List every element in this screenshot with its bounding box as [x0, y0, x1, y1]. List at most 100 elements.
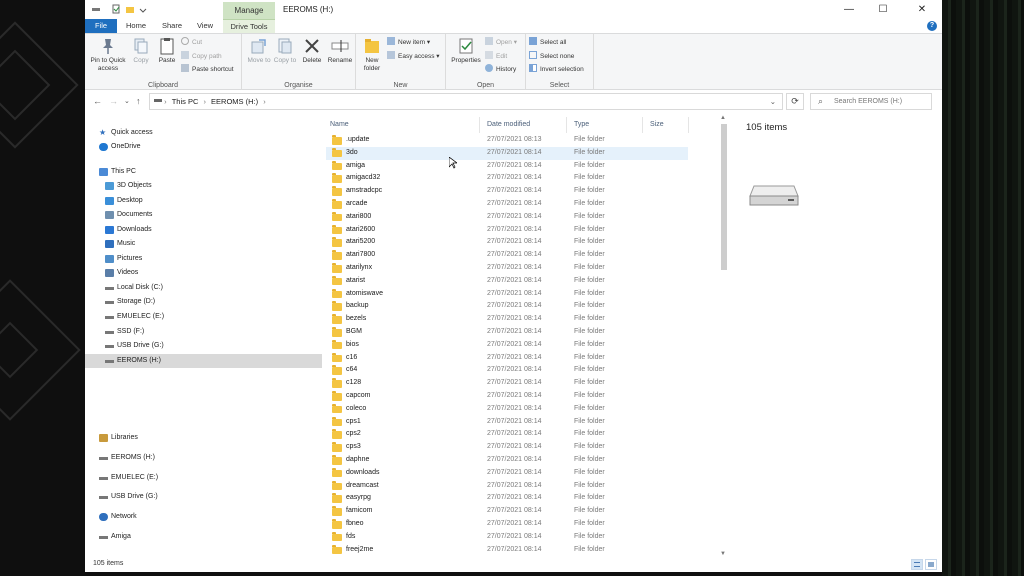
address-dropdown-icon[interactable]: ⌄: [770, 94, 776, 109]
large-icons-view-button[interactable]: [925, 559, 937, 570]
file-row[interactable]: 3do 27/07/2021 08:14 File folder: [326, 146, 688, 160]
file-row[interactable]: fbneo 27/07/2021 08:14 File folder: [326, 518, 688, 531]
file-row[interactable]: atarist 27/07/2021 08:14 File folder: [326, 275, 688, 288]
breadcrumb-eeroms[interactable]: EEROMS (H:): [211, 97, 258, 106]
nav-item[interactable]: Documents: [85, 208, 322, 222]
file-row[interactable]: arcade 27/07/2021 08:14 File folder: [326, 198, 688, 211]
select-none-button[interactable]: Select none: [529, 51, 574, 63]
column-type[interactable]: Type: [568, 117, 643, 133]
nav-item[interactable]: Network: [85, 510, 322, 524]
minimize-button[interactable]: —: [834, 2, 864, 17]
file-row[interactable]: backup 27/07/2021 08:14 File folder: [326, 300, 688, 313]
file-row[interactable]: atomiswave 27/07/2021 08:14 File folder: [326, 288, 688, 301]
file-row[interactable]: atarilynx 27/07/2021 08:14 File folder: [326, 262, 688, 275]
address-bar[interactable]: › This PC › EEROMS (H:) › ⌄: [149, 93, 783, 110]
nav-item[interactable]: ★ Quick access: [85, 126, 322, 140]
refresh-button[interactable]: ⟳: [786, 93, 804, 110]
file-row[interactable]: .update 27/07/2021 08:13 File folder: [326, 134, 688, 147]
file-row[interactable]: BGM 27/07/2021 08:14 File folder: [326, 326, 688, 339]
file-row[interactable]: coleco 27/07/2021 08:14 File folder: [326, 403, 688, 416]
file-row[interactable]: famicom 27/07/2021 08:14 File folder: [326, 505, 688, 518]
file-row[interactable]: dreamcast 27/07/2021 08:14 File folder: [326, 480, 688, 493]
close-button[interactable]: ✕: [907, 2, 937, 17]
nav-item[interactable]: EMUELEC (E:): [85, 471, 322, 485]
recent-chevron-icon[interactable]: ⌄: [124, 97, 130, 105]
scroll-up-icon[interactable]: ▲: [720, 115, 726, 121]
file-row[interactable]: atari5200 27/07/2021 08:14 File folder: [326, 236, 688, 249]
file-row[interactable]: downloads 27/07/2021 08:14 File folder: [326, 467, 688, 480]
file-row[interactable]: c16 27/07/2021 08:14 File folder: [326, 352, 688, 365]
tab-drive-tools[interactable]: Drive Tools: [223, 19, 275, 33]
file-row[interactable]: bios 27/07/2021 08:14 File folder: [326, 339, 688, 352]
nav-item[interactable]: EEROMS (H:): [85, 354, 322, 368]
search-input[interactable]: ⌕ Search EEROMS (H:): [810, 93, 932, 110]
file-row[interactable]: daphne 27/07/2021 08:14 File folder: [326, 454, 688, 467]
paste-button[interactable]: Paste: [155, 37, 179, 65]
tab-view[interactable]: View: [192, 19, 218, 33]
file-row[interactable]: c64 27/07/2021 08:14 File folder: [326, 364, 688, 377]
paste-shortcut-button[interactable]: Paste shortcut: [181, 64, 234, 76]
nav-item[interactable]: EEROMS (H:): [85, 451, 322, 465]
nav-item[interactable]: Amiga: [85, 530, 322, 544]
nav-item[interactable]: USB Drive (G:): [85, 490, 322, 504]
nav-item[interactable]: Storage (D:): [85, 295, 322, 309]
file-row[interactable]: fds 27/07/2021 08:14 File folder: [326, 531, 688, 544]
tab-manage[interactable]: Manage: [223, 2, 275, 19]
nav-item[interactable]: OneDrive: [85, 140, 322, 154]
copy-button[interactable]: Copy: [129, 37, 153, 65]
properties-quick-icon[interactable]: [111, 4, 121, 14]
forward-arrow-icon[interactable]: →: [109, 96, 118, 106]
scrollbar-thumb[interactable]: [721, 124, 727, 270]
chevron-down-icon[interactable]: [138, 6, 148, 16]
nav-item[interactable]: SSD (F:): [85, 325, 322, 339]
open-button[interactable]: Open ▾: [485, 37, 517, 49]
invert-selection-button[interactable]: Invert selection: [529, 64, 584, 76]
nav-item[interactable]: Music: [85, 237, 322, 251]
file-row[interactable]: easyrpg 27/07/2021 08:14 File folder: [326, 492, 688, 505]
file-row[interactable]: c128 27/07/2021 08:14 File folder: [326, 377, 688, 390]
copy-path-button[interactable]: Copy path: [181, 51, 222, 63]
nav-item[interactable]: Downloads: [85, 223, 322, 237]
edit-button[interactable]: Edit: [485, 51, 507, 63]
nav-item[interactable]: Desktop: [85, 194, 322, 208]
file-row[interactable]: cps3 27/07/2021 08:14 File folder: [326, 441, 688, 454]
nav-item[interactable]: Pictures: [85, 252, 322, 266]
move-to-button[interactable]: Move to: [246, 37, 272, 65]
column-size[interactable]: Size: [644, 117, 689, 133]
file-row[interactable]: cps2 27/07/2021 08:14 File folder: [326, 428, 688, 441]
file-row[interactable]: cps1 27/07/2021 08:14 File folder: [326, 416, 688, 429]
column-name[interactable]: Name: [324, 117, 480, 133]
nav-item[interactable]: 3D Objects: [85, 179, 322, 193]
file-row[interactable]: amigacd32 27/07/2021 08:14 File folder: [326, 172, 688, 185]
nav-item[interactable]: Videos: [85, 266, 322, 280]
select-all-button[interactable]: Select all: [529, 37, 566, 49]
scroll-down-icon[interactable]: ▼: [720, 551, 726, 557]
nav-item[interactable]: EMUELEC (E:): [85, 310, 322, 324]
file-row[interactable]: atari7800 27/07/2021 08:14 File folder: [326, 249, 688, 262]
new-item-button[interactable]: New item ▾: [387, 37, 430, 49]
file-row[interactable]: bezels 27/07/2021 08:14 File folder: [326, 313, 688, 326]
cut-button[interactable]: Cut: [181, 37, 202, 49]
history-button[interactable]: History: [485, 64, 516, 76]
rename-button[interactable]: Rename: [326, 37, 354, 65]
file-row[interactable]: amiga 27/07/2021 08:14 File folder: [326, 160, 688, 173]
help-icon[interactable]: ?: [927, 21, 937, 31]
file-row[interactable]: amstradcpc 27/07/2021 08:14 File folder: [326, 185, 688, 198]
tab-share[interactable]: Share: [157, 19, 187, 33]
easy-access-button[interactable]: Easy access ▾: [387, 51, 440, 63]
copy-to-button[interactable]: Copy to: [272, 37, 298, 65]
breadcrumb-this-pc[interactable]: This PC: [172, 97, 199, 106]
nav-item[interactable]: USB Drive (G:): [85, 339, 322, 353]
back-arrow-icon[interactable]: ←: [93, 96, 102, 106]
file-row[interactable]: atari2600 27/07/2021 08:14 File folder: [326, 224, 688, 237]
file-row[interactable]: atari800 27/07/2021 08:14 File folder: [326, 211, 688, 224]
new-folder-button[interactable]: New folder: [360, 37, 384, 73]
nav-item[interactable]: Libraries: [85, 431, 322, 445]
pin-quick-access-button[interactable]: Pin to Quick access: [88, 37, 128, 73]
tab-file[interactable]: File: [85, 19, 117, 33]
details-view-button[interactable]: [911, 559, 923, 570]
nav-item[interactable]: This PC: [85, 165, 322, 179]
tab-home[interactable]: Home: [121, 19, 151, 33]
delete-button[interactable]: Delete: [299, 37, 325, 65]
nav-item[interactable]: Local Disk (C:): [85, 281, 322, 295]
